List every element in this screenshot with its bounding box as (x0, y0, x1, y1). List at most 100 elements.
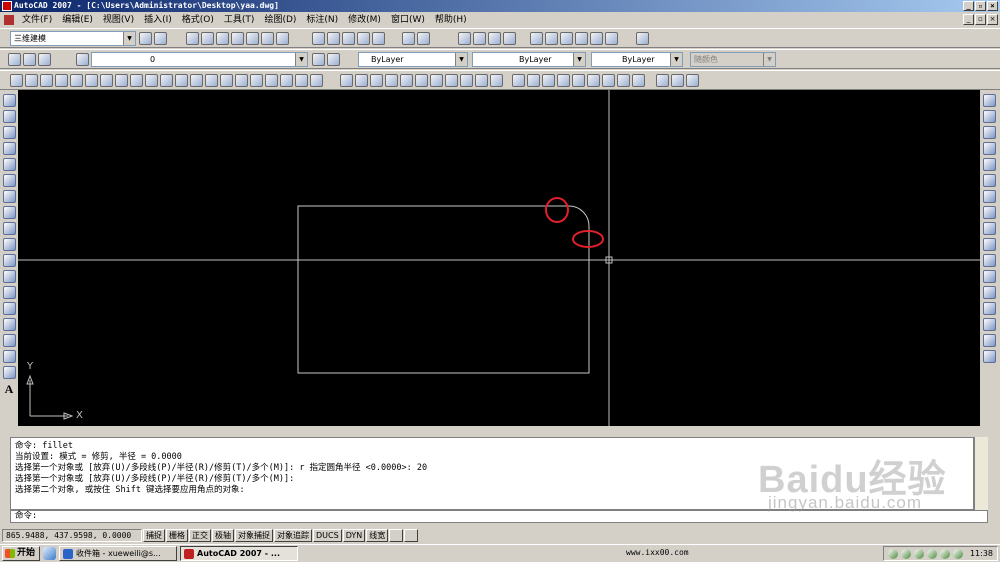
menu-file[interactable]: 文件(F) (17, 12, 57, 28)
publish-icon[interactable] (261, 32, 274, 45)
zoom-previous-icon[interactable] (503, 32, 516, 45)
array-icon[interactable] (982, 158, 996, 171)
minimize-button[interactable]: _ (963, 1, 974, 11)
make-object-layer-current-icon[interactable] (76, 53, 89, 66)
polyline-icon[interactable] (2, 126, 16, 139)
dyn-toggle[interactable]: DYN (342, 528, 366, 542)
sphere-icon[interactable] (400, 74, 413, 87)
extend-icon[interactable] (982, 254, 996, 267)
visual-style-icon[interactable] (250, 74, 263, 87)
start-button[interactable]: 开始 (2, 546, 41, 561)
design-center-icon[interactable] (545, 32, 558, 45)
linetype-dropdown[interactable]: ByLayer ▼ (472, 52, 586, 67)
task-inbox[interactable]: 收件箱 - xueweili@s... (59, 546, 178, 561)
views-left-icon[interactable] (130, 74, 143, 87)
box-icon[interactable] (355, 74, 368, 87)
lineweight-toggle[interactable]: 线宽 (366, 528, 389, 542)
paste-icon[interactable] (342, 32, 355, 45)
spline-icon[interactable] (2, 222, 16, 235)
polygon-icon[interactable] (2, 142, 16, 155)
erase-icon[interactable] (982, 94, 996, 107)
menu-dimension[interactable]: 标注(N) (301, 12, 343, 28)
insert-block-icon[interactable] (2, 270, 16, 283)
undo-icon[interactable] (402, 32, 415, 45)
fillet-icon[interactable] (982, 334, 996, 347)
doc-minimize-button[interactable]: _ (963, 14, 974, 25)
save-icon[interactable] (216, 32, 229, 45)
break-icon[interactable] (982, 286, 996, 299)
rotate-icon[interactable] (982, 190, 996, 203)
match-properties-icon[interactable] (357, 32, 370, 45)
zoom-window-icon[interactable] (488, 32, 501, 45)
offset-icon[interactable] (982, 142, 996, 155)
slice-icon[interactable] (632, 74, 645, 87)
menu-help[interactable]: 帮助(H) (430, 12, 472, 28)
gradient-icon[interactable] (2, 334, 16, 347)
scale-icon[interactable] (982, 206, 996, 219)
doc-restore-button[interactable]: ▫ (975, 14, 986, 25)
construction-line-icon[interactable] (2, 110, 16, 123)
intersect-icon[interactable] (542, 74, 555, 87)
advanced-render-icon[interactable] (686, 74, 699, 87)
pan-icon[interactable] (458, 32, 471, 45)
menu-modify[interactable]: 修改(M) (343, 12, 386, 28)
plot-icon[interactable] (231, 32, 244, 45)
properties-icon[interactable] (530, 32, 543, 45)
views-right-icon[interactable] (145, 74, 158, 87)
plot-preview-icon[interactable] (246, 32, 259, 45)
3d-dwf-icon[interactable] (276, 32, 289, 45)
align-3d-icon[interactable] (587, 74, 600, 87)
clock[interactable]: 11:38 (970, 549, 993, 558)
views-back-icon[interactable] (175, 74, 188, 87)
menu-window[interactable]: 窗口(W) (386, 12, 430, 28)
stretch-icon[interactable] (982, 222, 996, 235)
walk-icon[interactable] (55, 74, 68, 87)
views-top-icon[interactable] (100, 74, 113, 87)
views-bottom-icon[interactable] (115, 74, 128, 87)
layer-previous-2-icon[interactable] (327, 53, 340, 66)
array-3d-icon[interactable] (602, 74, 615, 87)
polar-toggle[interactable]: 极轴 (212, 528, 234, 542)
zoom-realtime-icon[interactable] (473, 32, 486, 45)
cylinder-icon[interactable] (415, 74, 428, 87)
tool-palettes-icon[interactable] (560, 32, 573, 45)
revision-cloud-icon[interactable] (2, 206, 16, 219)
markup-icon[interactable] (590, 32, 603, 45)
continuous-orbit-icon[interactable] (40, 74, 53, 87)
views-front-icon[interactable] (160, 74, 173, 87)
close-button[interactable]: × (987, 1, 998, 11)
move-3d-icon[interactable] (557, 74, 570, 87)
copy-icon[interactable] (327, 32, 340, 45)
chamfer-icon[interactable] (982, 318, 996, 331)
move-icon[interactable] (982, 174, 996, 187)
grid-toggle[interactable]: 栅格 (166, 528, 188, 542)
sun-icon[interactable] (656, 74, 669, 87)
subtract-icon[interactable] (527, 74, 540, 87)
extrude-icon[interactable] (490, 74, 503, 87)
tray-security-icon[interactable] (913, 548, 924, 559)
layer-states-manager-icon[interactable] (312, 53, 325, 66)
command-scrollbar[interactable] (974, 437, 988, 510)
tray-volume-icon[interactable] (939, 548, 950, 559)
ucs-icon[interactable] (310, 74, 323, 87)
geographic-location-icon[interactable] (671, 74, 684, 87)
mirror-icon[interactable] (982, 126, 996, 139)
color-dropdown[interactable]: ByLayer ▼ (358, 52, 468, 67)
orbit-icon[interactable] (10, 74, 23, 87)
tray-network-icon[interactable] (926, 548, 937, 559)
table-icon[interactable] (2, 366, 16, 379)
doc-close-button[interactable]: × (987, 14, 998, 25)
render-icon[interactable] (265, 74, 278, 87)
join-icon[interactable] (982, 302, 996, 315)
redo-icon[interactable] (417, 32, 430, 45)
cut-icon[interactable] (312, 32, 325, 45)
planar-surface-icon[interactable] (475, 74, 488, 87)
sheet-set-icon[interactable] (575, 32, 588, 45)
free-orbit-icon[interactable] (25, 74, 38, 87)
ellipse-arc-icon[interactable] (2, 254, 16, 267)
tray-ime-icon[interactable] (952, 548, 963, 559)
new-file-icon[interactable] (186, 32, 199, 45)
model-space-icon[interactable] (389, 528, 404, 542)
coordinate-readout[interactable]: 865.9488, 437.9598, 0.0000 (2, 528, 142, 542)
calculator-icon[interactable] (605, 32, 618, 45)
